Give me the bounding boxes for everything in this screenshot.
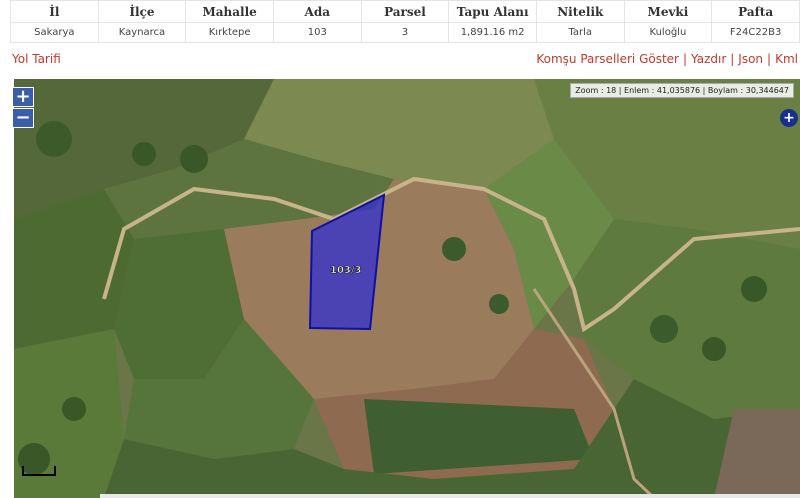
- header-parsel: Parsel: [360, 0, 450, 23]
- header-mahalle: Mahalle: [185, 0, 274, 23]
- header-il: İl: [10, 0, 99, 23]
- table-row: Sakarya Kaynarca Kırktepe 103 3 1,891.16…: [10, 22, 800, 43]
- cell-ilce: Kaynarca: [97, 22, 187, 43]
- zoom-out-button[interactable]: −: [12, 108, 34, 128]
- parcel-info-table: İl İlçe Mahalle Ada Parsel Tapu Alanı Ni…: [10, 0, 800, 43]
- cell-nitelik: Tarla: [535, 22, 625, 43]
- header-ada: Ada: [272, 0, 362, 23]
- parcel-polygon[interactable]: [308, 193, 386, 331]
- coordinate-readout: Zoom : 18 | Enlem : 41,035876 | Boylam :…: [570, 83, 794, 98]
- header-mevki: Mevki: [623, 0, 713, 23]
- action-links: Komşu Parselleri Göster | Yazdır | Json | Kml: [536, 52, 798, 66]
- separator: |: [767, 52, 772, 66]
- zoom-in-button[interactable]: +: [12, 87, 34, 107]
- yol-tarifi-link[interactable]: Yol Tarifi: [12, 52, 61, 66]
- cell-parsel: 3: [360, 22, 450, 43]
- cell-mevki: Kuloğlu: [623, 22, 713, 43]
- zoom-control: + −: [12, 87, 34, 129]
- cell-ada: 103: [272, 22, 362, 43]
- scale-bar: [22, 466, 56, 476]
- layer-switcher-button[interactable]: +: [780, 109, 798, 127]
- header-tapu-alani: Tapu Alanı: [448, 0, 537, 23]
- separator: |: [682, 52, 688, 66]
- cell-mahalle: Kırktepe: [185, 22, 274, 43]
- komsu-parseller-link[interactable]: Komşu Parselleri Göster: [536, 52, 679, 66]
- kml-link[interactable]: Kml: [775, 52, 798, 66]
- links-bar: Yol Tarifi Komşu Parselleri Göster | Yazdı…: [0, 52, 800, 68]
- cell-il: Sakarya: [10, 22, 99, 43]
- cell-tapu-alani: 1,891.16 m2: [448, 22, 537, 43]
- separator: |: [730, 52, 735, 66]
- cell-pafta: F24C22B3: [711, 22, 800, 43]
- json-link[interactable]: Json: [738, 52, 763, 66]
- table-header-row: İl İlçe Mahalle Ada Parsel Tapu Alanı Ni…: [10, 0, 800, 23]
- header-pafta: Pafta: [711, 0, 800, 23]
- satellite-map[interactable]: 103/3: [14, 79, 800, 498]
- parcel-overlay: 103/3: [308, 193, 386, 331]
- horizontal-scrollbar[interactable]: [100, 494, 800, 498]
- parcel-label: 103/3: [330, 265, 362, 276]
- yazdir-link[interactable]: Yazdır: [691, 52, 726, 66]
- header-ilce: İlçe: [97, 0, 187, 23]
- header-nitelik: Nitelik: [535, 0, 625, 23]
